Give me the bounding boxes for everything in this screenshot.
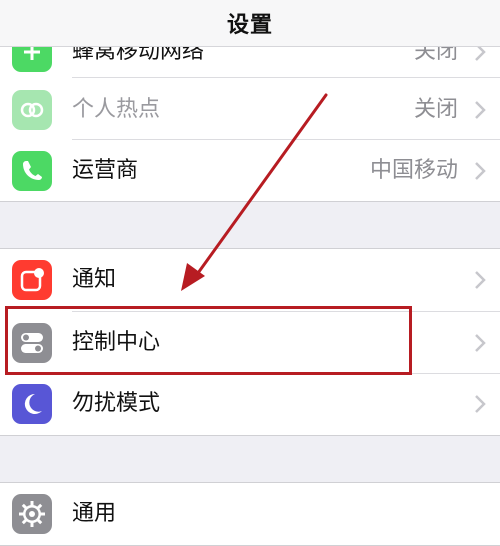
settings-row-label: 控制中心: [72, 330, 161, 355]
settings-row-label: 通用: [72, 501, 117, 526]
settings-group-system: 通知 控制中心 勿扰模式: [0, 248, 500, 436]
settings-row-label: 通知: [72, 267, 117, 292]
chevron-right-icon: [475, 334, 486, 352]
hotspot-icon: [12, 90, 52, 130]
settings-row-value: 关闭: [413, 97, 458, 122]
moon-icon: [12, 384, 52, 424]
settings-row-do-not-disturb[interactable]: 勿扰模式: [0, 373, 500, 435]
notifications-icon: [12, 260, 52, 300]
phone-icon: [12, 151, 52, 191]
chevron-right-icon: [475, 101, 486, 119]
settings-row-value: 中国移动: [369, 158, 458, 183]
settings-row-general[interactable]: 通用: [0, 483, 500, 545]
settings-row-control-center[interactable]: 控制中心: [0, 312, 500, 374]
chevron-right-icon: [475, 162, 486, 180]
settings-group-network: 蜂窝移动网络 关闭 个人热点 关闭 运营商 中国移动: [0, 20, 500, 202]
row-separator: [72, 77, 500, 78]
chevron-right-icon: [475, 395, 486, 413]
settings-row-label: 个人热点: [72, 97, 161, 122]
settings-row-personal-hotspot[interactable]: 个人热点 关闭: [0, 79, 500, 141]
settings-group-general: 通用: [0, 482, 500, 546]
page-title: 设置: [226, 13, 273, 38]
settings-row-carrier[interactable]: 运营商 中国移动: [0, 140, 500, 202]
settings-row-label: 勿扰模式: [72, 391, 161, 416]
settings-row-notifications[interactable]: 通知: [0, 249, 500, 311]
chevron-right-icon: [475, 271, 486, 289]
settings-row-label: 运营商: [72, 158, 139, 183]
control-center-icon: [12, 323, 52, 363]
gear-icon: [12, 494, 52, 534]
navigation-bar: 设置: [0, 0, 500, 47]
